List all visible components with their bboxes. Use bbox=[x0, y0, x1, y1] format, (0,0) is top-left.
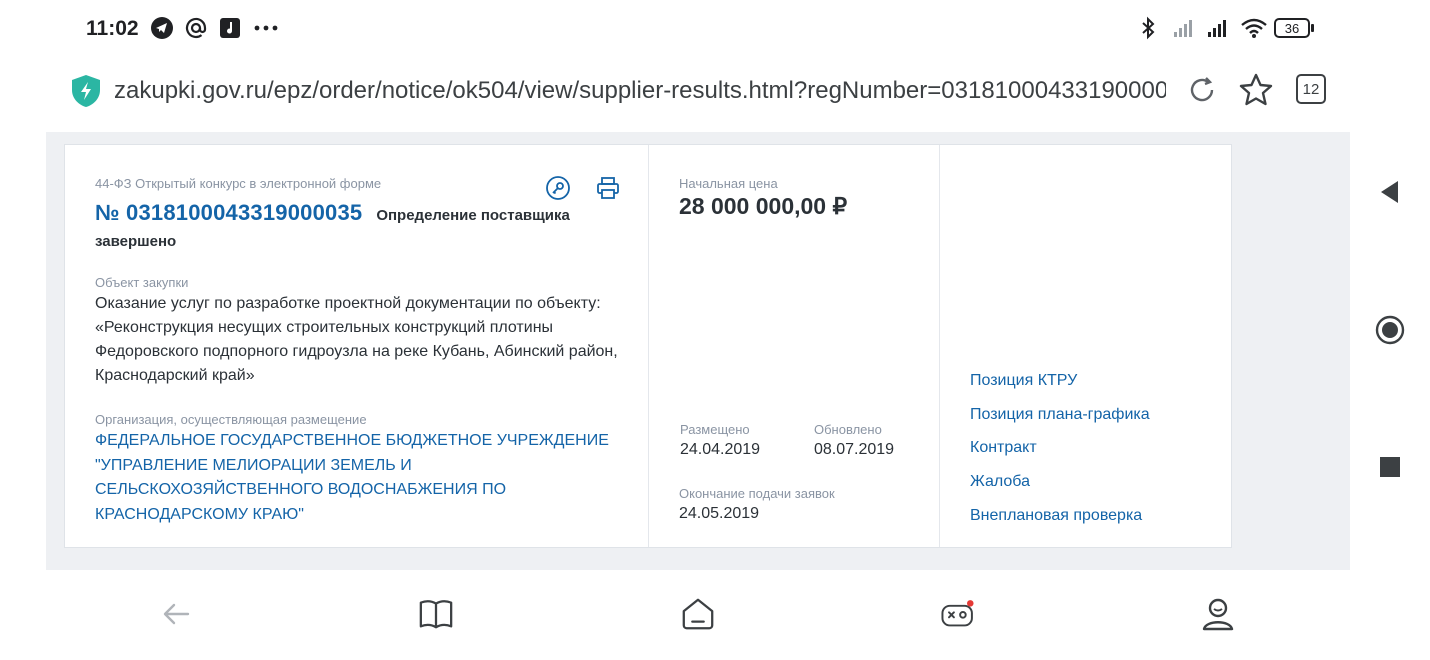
page-content: 44-ФЗ Открытый конкурс в электронной фор… bbox=[46, 132, 1350, 570]
more-dots-icon bbox=[252, 16, 278, 40]
system-recents-icon[interactable] bbox=[1374, 451, 1406, 483]
card-price-column: Начальная цена 28 000 000,00 ₽ Размещено… bbox=[649, 145, 940, 547]
bookmark-star-icon[interactable] bbox=[1238, 72, 1274, 113]
card-main-column: 44-ФЗ Открытый конкурс в электронной фор… bbox=[65, 145, 649, 547]
link-contract[interactable]: Контракт bbox=[970, 436, 1150, 470]
link-plan-schedule-position[interactable]: Позиция плана-графика bbox=[970, 403, 1150, 437]
system-back-icon[interactable] bbox=[1374, 176, 1406, 208]
updated-label: Обновлено bbox=[814, 422, 882, 437]
updated-date: 08.07.2019 bbox=[814, 441, 895, 458]
registry-number-block: № 0318100043319000035 Определение поставщ… bbox=[95, 201, 625, 254]
status-left-icons bbox=[150, 16, 278, 40]
organization-label: Организация, осуществляющая размещение bbox=[95, 412, 367, 427]
bluetooth-icon bbox=[1138, 16, 1162, 40]
procurement-status-line2: завершено bbox=[95, 233, 177, 250]
music-note-icon bbox=[218, 16, 242, 40]
telegram-icon bbox=[150, 16, 174, 40]
system-nav-bar bbox=[1350, 0, 1430, 660]
object-description: Оказание услуг по разработке проектной д… bbox=[95, 295, 618, 384]
address-bar: zakupki.gov.ru/epz/order/notice/ok504/vi… bbox=[46, 58, 1350, 132]
game-controller-icon[interactable] bbox=[940, 596, 976, 632]
signal-icon bbox=[1172, 16, 1196, 40]
back-arrow-icon[interactable] bbox=[158, 596, 194, 632]
price-label: Начальная цена bbox=[679, 176, 778, 191]
url-field[interactable]: zakupki.gov.ru/epz/order/notice/ok504/vi… bbox=[114, 77, 1166, 105]
card-links-column: Позиция КТРУ Позиция плана-графика Контр… bbox=[940, 145, 1233, 547]
registry-number-link[interactable]: № 0318100043319000035 bbox=[95, 200, 362, 225]
signal-icon bbox=[1206, 16, 1230, 40]
tabs-count-button[interactable]: 12 bbox=[1296, 74, 1326, 104]
deadline-label: Окончание подачи заявок bbox=[679, 486, 835, 501]
battery-icon: 36 bbox=[1274, 18, 1314, 38]
system-home-icon[interactable] bbox=[1374, 314, 1406, 346]
secure-shield-icon[interactable] bbox=[70, 74, 102, 113]
deadline-date: 24.05.2019 bbox=[679, 505, 760, 522]
home-icon[interactable] bbox=[680, 596, 716, 632]
related-links: Позиция КТРУ Позиция плана-графика Контр… bbox=[970, 369, 1150, 537]
reload-icon[interactable] bbox=[1186, 74, 1218, 111]
profile-icon[interactable] bbox=[1200, 596, 1236, 632]
posted-label: Размещено bbox=[680, 422, 750, 437]
posted-date: 24.04.2019 bbox=[680, 441, 761, 458]
status-time: 11:02 bbox=[86, 17, 139, 40]
organization-link[interactable]: ФЕДЕРАЛЬНОЕ ГОСУДАРСТВЕННОЕ БЮДЖЕТНОЕ УЧ… bbox=[95, 429, 625, 527]
procurement-status: Определение поставщика bbox=[376, 207, 570, 224]
screen: 11:02 36 zakupki.gov.ru/epz/order/notice… bbox=[0, 0, 1430, 660]
initial-price: 28 000 000,00 ₽ bbox=[679, 193, 848, 219]
law-type-label: 44-ФЗ Открытый конкурс в электронной фор… bbox=[95, 176, 382, 191]
object-label: Объект закупки bbox=[95, 275, 189, 290]
status-bar: 11:02 36 bbox=[46, 0, 1350, 58]
wifi-icon bbox=[1240, 16, 1267, 40]
procurement-card: 44-ФЗ Открытый конкурс в электронной фор… bbox=[64, 144, 1232, 548]
browser-bottom-nav bbox=[46, 570, 1350, 660]
left-edge bbox=[0, 0, 46, 660]
link-ktru-position[interactable]: Позиция КТРУ bbox=[970, 369, 1150, 403]
at-sign-icon bbox=[184, 16, 208, 40]
book-icon[interactable] bbox=[418, 596, 454, 632]
battery-level: 36 bbox=[1274, 18, 1310, 38]
link-complaint[interactable]: Жалоба bbox=[970, 470, 1150, 504]
status-right-icons: 36 bbox=[1138, 16, 1314, 40]
link-unscheduled-inspection[interactable]: Внеплановая проверка bbox=[970, 504, 1150, 538]
